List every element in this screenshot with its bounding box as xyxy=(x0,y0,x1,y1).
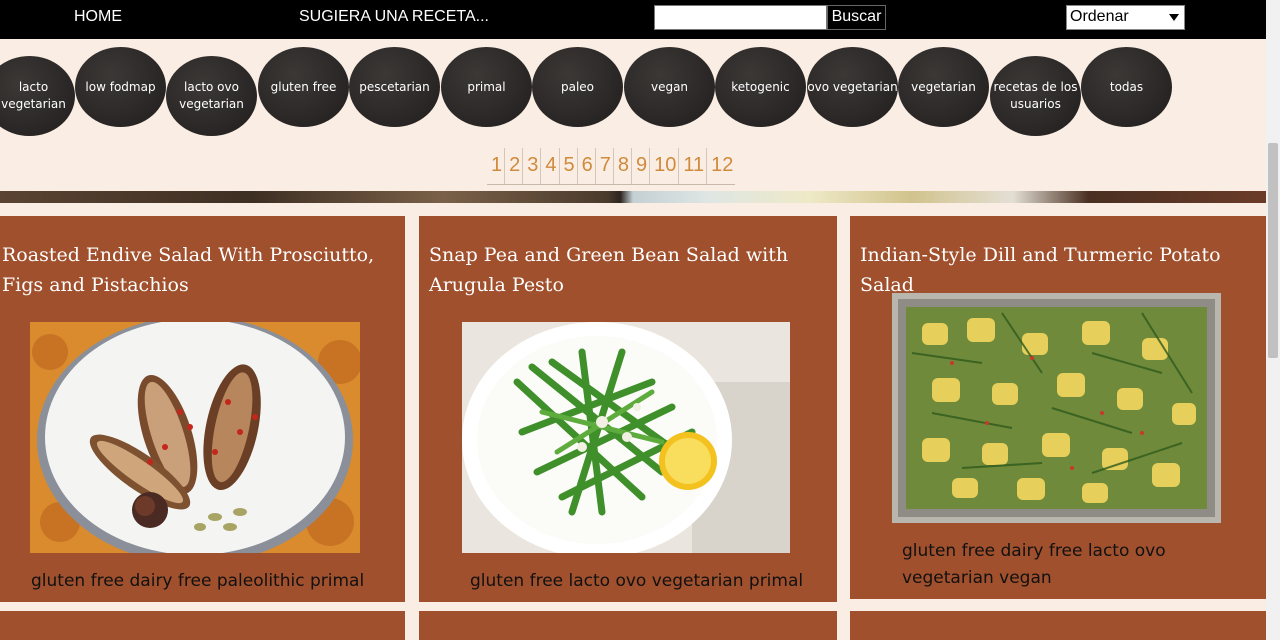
recipe-card[interactable]: Roasted Endive Salad With Prosciutto, Fi… xyxy=(0,216,405,602)
search-input[interactable] xyxy=(654,5,827,30)
recipe-card[interactable]: Snap Pea and Green Bean Salad with Arugu… xyxy=(419,216,837,602)
recipe-tags: gluten free lacto ovo vegetarian primal xyxy=(470,571,804,591)
pagination: 1 2 3 4 5 6 7 8 9 10 11 12 xyxy=(487,148,736,185)
page-link-8[interactable]: 8 xyxy=(612,148,631,184)
diet-pill-label: recetas de los usuarios xyxy=(993,80,1078,111)
diet-pill-lacto-ovo-vegetarian[interactable]: lacto ovo vegetarian xyxy=(166,56,257,136)
page-link-2[interactable]: 2 xyxy=(504,148,522,184)
diet-pill-vegan[interactable]: vegan xyxy=(624,47,715,127)
diet-pill-pescetarian[interactable]: pescetarian xyxy=(349,47,440,127)
vertical-scrollbar[interactable] xyxy=(1266,0,1280,640)
page-link-7[interactable]: 7 xyxy=(594,148,613,184)
nav-suggest-recipe-link[interactable]: SUGIERA UNA RECETA... xyxy=(299,8,489,26)
page-link-9[interactable]: 9 xyxy=(631,148,649,184)
recipe-image-green-beans[interactable] xyxy=(462,322,790,553)
diet-pill-primal[interactable]: primal xyxy=(441,47,532,127)
diet-pill-vegetarian[interactable]: vegetarian xyxy=(898,47,989,127)
chevron-down-icon xyxy=(1169,14,1179,21)
diet-pill-label: low fodmap xyxy=(85,79,156,94)
diet-pill-lacto-vegetarian[interactable]: lacto vegetarian xyxy=(0,56,75,136)
diet-pill-ketogenic[interactable]: ketogenic xyxy=(715,47,806,127)
top-navbar: HOME SUGIERA UNA RECETA... Buscar Ordena… xyxy=(0,0,1266,39)
diet-pill-label: gluten free xyxy=(270,79,337,94)
page-link-4[interactable]: 4 xyxy=(540,148,558,184)
recipe-image-endive[interactable] xyxy=(30,322,360,553)
diet-pill-label: paleo xyxy=(560,79,595,94)
diet-pill-gluten-free[interactable]: gluten free xyxy=(258,47,349,127)
page-link-3[interactable]: 3 xyxy=(522,148,540,184)
diet-pill-label: pescetarian xyxy=(359,79,430,94)
recipe-title: Roasted Endive Salad With Prosciutto, Fi… xyxy=(2,244,375,296)
recipe-card[interactable] xyxy=(419,611,837,640)
recipe-tags: gluten free dairy free lacto ovo vegetar… xyxy=(902,541,1166,588)
search-button[interactable]: Buscar xyxy=(827,5,886,30)
page-link-5[interactable]: 5 xyxy=(558,148,577,184)
recipe-title: Indian-Style Dill and Turmeric Potato Sa… xyxy=(860,244,1221,296)
diet-pill-label: lacto vegetarian xyxy=(1,80,66,111)
diet-pill-label: ketogenic xyxy=(731,79,790,94)
diet-pill-label: ovo vegetarian xyxy=(807,79,898,94)
page-link-11[interactable]: 11 xyxy=(678,148,706,184)
page-link-10[interactable]: 10 xyxy=(649,148,678,184)
sort-select-value: Ordenar xyxy=(1070,8,1129,25)
page-link-6[interactable]: 6 xyxy=(576,148,595,184)
recipe-card[interactable]: Indian-Style Dill and Turmeric Potato Sa… xyxy=(850,216,1266,599)
hero-banner-image xyxy=(0,191,1266,203)
diet-pill-paleo[interactable]: paleo xyxy=(532,47,623,127)
diet-pill-low-fodmap[interactable]: low fodmap xyxy=(75,47,166,127)
recipe-title: Snap Pea and Green Bean Salad with Arugu… xyxy=(429,244,789,296)
diet-pill-label: vegan xyxy=(650,79,689,94)
diet-pill-user-recipes[interactable]: recetas de los usuarios xyxy=(990,56,1081,136)
diet-pill-label: todas xyxy=(1109,79,1144,94)
diet-pill-label: primal xyxy=(467,79,506,94)
diet-pill-ovo-vegetarian[interactable]: ovo vegetarian xyxy=(807,47,898,127)
diet-pill-all[interactable]: todas xyxy=(1081,47,1172,127)
recipe-image-potato-salad[interactable] xyxy=(892,293,1221,523)
scrollbar-thumb[interactable] xyxy=(1268,143,1278,358)
diet-pill-label: vegetarian xyxy=(911,79,976,94)
page-link-12[interactable]: 12 xyxy=(706,148,735,184)
nav-home-link[interactable]: HOME xyxy=(74,8,122,26)
page-link-1[interactable]: 1 xyxy=(487,148,504,184)
diet-pill-label: lacto ovo vegetarian xyxy=(179,80,244,111)
recipe-card[interactable] xyxy=(850,611,1266,640)
sort-select[interactable]: Ordenar xyxy=(1066,5,1185,30)
recipe-card[interactable] xyxy=(0,611,405,640)
recipe-tags: gluten free dairy free paleolithic prima… xyxy=(31,571,365,591)
